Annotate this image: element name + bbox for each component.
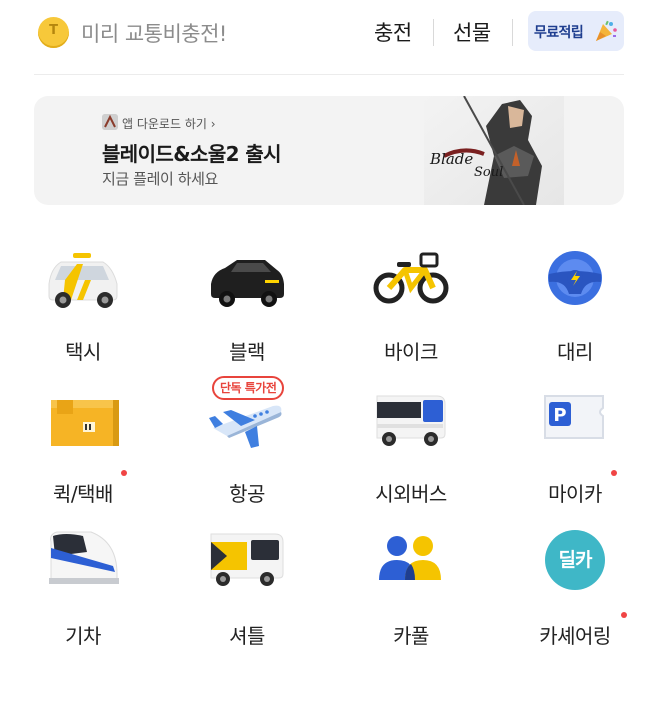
top-bar: T 미리 교통비충전! 충전 선물 무료적립: [0, 0, 658, 66]
game-logo: Blade: [429, 150, 473, 168]
parking-ticket-icon: P: [544, 395, 604, 439]
service-driver[interactable]: 대리: [500, 244, 650, 374]
promo-banner[interactable]: 앱 다운로드 하기 › 블레이드&소울2 출시 지금 플레이 하세요 Blade…: [34, 96, 624, 205]
service-label: 퀵/택배: [53, 482, 113, 506]
service-label: 항공: [229, 482, 265, 506]
service-label: 시외버스: [375, 482, 447, 506]
service-black[interactable]: 블랙: [172, 244, 322, 374]
divider: [433, 19, 434, 46]
taxi-icon: [48, 253, 118, 308]
service-label: 셔틀: [229, 624, 265, 648]
service-quick-parcel[interactable]: 퀵/택배: [8, 386, 158, 516]
service-taxi[interactable]: 택시: [8, 244, 158, 374]
steering-wheel-icon: [548, 251, 602, 305]
free-points-button[interactable]: 무료적립: [528, 11, 624, 51]
bike-icon: [373, 252, 449, 304]
svg-text:Soul: Soul: [474, 165, 503, 180]
bus-icon: [376, 395, 446, 446]
service-label: 택시: [65, 340, 101, 364]
black-car-icon: [211, 260, 284, 307]
service-label: 기차: [65, 624, 101, 648]
service-car-sharing[interactable]: 딜카 카셰어링: [500, 528, 650, 658]
exclusive-sale-badge: 단독 특가전: [212, 376, 285, 400]
banner-title: 블레이드&소울2 출시: [102, 142, 282, 166]
divider: [512, 19, 513, 46]
new-indicator-dot: [621, 612, 627, 618]
service-bike[interactable]: 바이크: [336, 244, 486, 374]
carpool-icon: [379, 536, 441, 580]
service-shuttle[interactable]: 셔틀: [172, 528, 322, 658]
new-indicator-dot: [611, 470, 617, 476]
header-divider: [34, 74, 624, 75]
service-label: 마이카: [548, 482, 602, 506]
party-popper-icon: [596, 20, 617, 41]
app-download-link[interactable]: 앱 다운로드 하기 ›: [122, 115, 216, 132]
game-art-image: Blade Soul: [424, 96, 564, 205]
parcel-box-icon: [51, 400, 119, 446]
train-icon: [49, 531, 119, 584]
service-train[interactable]: 기차: [8, 528, 158, 658]
car-sharing-icon-text: 딜카: [558, 549, 593, 571]
service-label: 대리: [557, 340, 593, 364]
service-intercity-bus[interactable]: 시외버스: [336, 386, 486, 516]
service-carpool[interactable]: 카풀: [336, 528, 486, 658]
charge-hint-text[interactable]: 미리 교통비충전!: [81, 18, 227, 48]
banner-subtitle: 지금 플레이 하세요: [102, 170, 218, 188]
service-label: 카셰어링: [539, 624, 611, 648]
coin-icon: T: [38, 17, 69, 48]
service-mycar[interactable]: P 마이카: [500, 386, 650, 516]
service-label: 바이크: [384, 340, 438, 364]
shuttle-icon: [210, 533, 284, 586]
gift-button[interactable]: 선물: [453, 17, 491, 47]
service-flight[interactable]: 항공: [172, 386, 322, 516]
charge-button[interactable]: 충전: [374, 17, 412, 47]
svg-text:P: P: [553, 405, 566, 426]
free-points-label: 무료적립: [534, 25, 584, 41]
service-label: 블랙: [229, 340, 265, 364]
service-label: 카풀: [393, 624, 429, 648]
app-icon: [102, 114, 118, 130]
new-indicator-dot: [121, 470, 127, 476]
